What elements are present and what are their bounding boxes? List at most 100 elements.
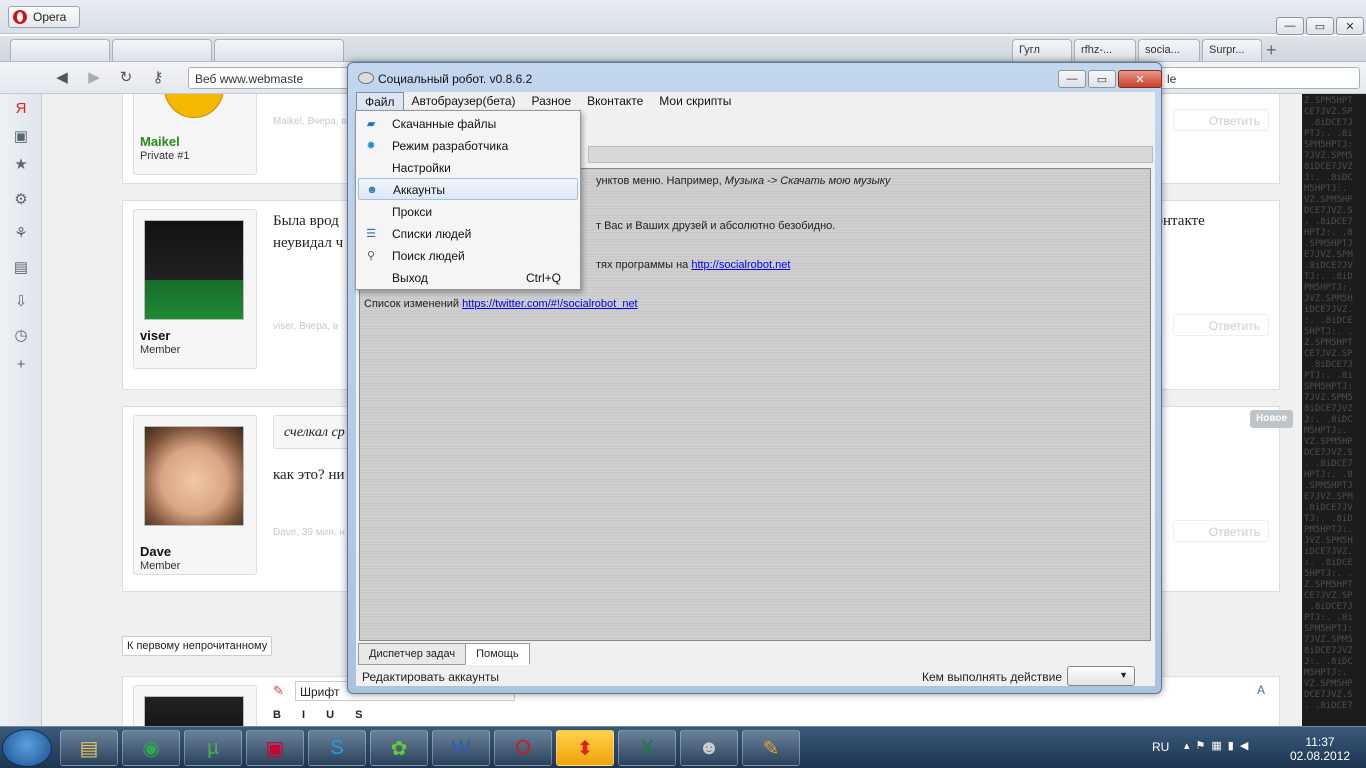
search-input[interactable]: le [1160,67,1360,89]
reload-icon[interactable]: ↻ [116,69,136,87]
menu-item-exit[interactable]: Выход Ctrl+Q [358,267,578,289]
user-icon: ☻ [366,184,378,196]
minimize-icon[interactable]: — [1276,17,1304,35]
gear-icon[interactable]: ⚙ [12,191,30,209]
browser-tab[interactable]: Гугл [1012,39,1072,61]
format-toolbar[interactable]: B I U S [273,709,371,721]
user-rank: Member [140,344,181,356]
skype-icon[interactable]: S [308,730,366,766]
performer-select[interactable]: ▼ [1067,666,1135,686]
file-menu-dropdown: ▰ Скачанные файлы ✹ Режим разработчика Нас… [355,110,581,290]
site-link[interactable]: http://socialrobot.net [691,259,790,271]
maximize-icon[interactable]: ▭ [1306,17,1334,35]
paint-icon[interactable]: ✎ [742,730,800,766]
browser-tab[interactable] [10,39,110,61]
key-icon[interactable]: ⚷ [148,69,168,87]
tab-task-manager[interactable]: Диспетчер задач [358,643,467,665]
start-button[interactable] [2,729,52,767]
add-panel-icon[interactable]: + [12,356,30,374]
download-arrow-icon[interactable]: ⬍ [556,730,614,766]
changes-line: Список изменений https://twitter.com/#!/… [364,298,638,310]
user-card: viser Member [133,209,257,369]
browser-tab[interactable] [112,39,212,61]
menu-autobrowser[interactable]: Автобраузер(бета) [404,92,524,112]
browser-tab[interactable] [214,39,344,61]
browser-tab[interactable]: Surpr... [1202,39,1262,61]
app-bottom-tabs: Диспетчер задач Помощь [358,643,530,665]
first-unread-button[interactable]: К первому непрочитанному [122,636,273,656]
address-input[interactable]: Веб www.webmaste [188,67,360,89]
downloads-icon[interactable]: ⇩ [12,293,30,311]
word-icon[interactable]: W [432,730,490,766]
avatar [144,426,244,526]
taskbar: ▤ ◉ µ ▣ S ✿ W O ⬍ X ☻ ✎ RU ▴⚑▦▮◀ 11:37 0… [0,726,1366,768]
yandex-icon[interactable]: Я [12,100,30,118]
post-text: Была врод [273,213,339,229]
menu-item-accounts[interactable]: ☻ Аккаунты [358,178,578,200]
menu-item-people-search[interactable]: ⚲ Поиск людей [358,245,578,267]
robot-icon [358,72,374,84]
text-style-icon[interactable]: A [1257,683,1265,697]
browser-tabbar: Гугл rfhz-... socia... Surpr... + [0,36,1366,62]
maximize-icon[interactable]: ▭ [1088,70,1116,88]
username[interactable]: Dave [140,544,171,559]
language-indicator[interactable]: RU [1152,740,1169,754]
browser-tab[interactable]: rfhz-... [1074,39,1136,61]
menu-item-dev-mode[interactable]: ✹ Режим разработчика [358,135,578,157]
browser-tab[interactable]: socia... [1138,39,1200,61]
eraser-icon[interactable]: ✎ [273,683,284,699]
menu-file[interactable]: Файл [356,92,404,112]
twitter-link[interactable]: https://twitter.com/#!/socialrobot_net [462,298,637,310]
forward-icon[interactable]: ▶ [84,69,104,87]
reply-button[interactable]: Ответить [1173,520,1269,542]
star-icon[interactable]: ★ [12,156,30,174]
close-icon[interactable]: ✕ [1336,17,1364,35]
username[interactable]: viser [140,328,170,343]
performer-label: Кем выполнять действие [922,670,1062,684]
help-line: тях программы на http://socialrobot.net [596,259,791,271]
menu-my-scripts[interactable]: Мои скрипты [651,92,739,112]
save-floppy-icon[interactable]: ▣ [246,730,304,766]
unite-icon[interactable]: ⚘ [12,225,30,243]
explorer-icon[interactable]: ▤ [60,730,118,766]
close-icon[interactable]: ✕ [1118,70,1162,88]
opera-logo-icon [13,10,27,24]
excel-icon[interactable]: X [618,730,676,766]
reply-button[interactable]: Ответить [1173,314,1269,336]
post-meta: Dave, 39 мин. н [273,527,345,538]
tray-icons[interactable]: ▴⚑▦▮◀ [1184,739,1254,752]
new-badge[interactable]: Новое [1250,410,1294,428]
menu-item-downloads[interactable]: ▰ Скачанные файлы [358,113,578,135]
post-text: неувидал ч [273,235,344,251]
user-card: Maikel Private #1 [133,94,257,175]
quote-text: счелкал ср [284,425,345,440]
avatar [144,220,244,320]
clock[interactable]: 11:37 02.08.2012 [1282,735,1358,763]
post-meta: viser, Вчера, в [273,321,339,332]
help-line: унктов меню. Например, Музыка -> Скачать… [596,175,891,187]
menu-item-settings[interactable]: Настройки [358,157,578,179]
chevron-down-icon: ▼ [1119,670,1128,680]
tab-help[interactable]: Помощь [465,643,530,665]
history-icon[interactable]: ◷ [12,327,30,345]
menu-item-proxy[interactable]: Прокси [358,201,578,223]
browser-sidebar: Я ▣ ★ ⚙ ⚘ ▤ ⇩ ◷ + [0,94,42,726]
reply-button[interactable]: Ответить [1173,109,1269,131]
minimize-icon[interactable]: — [1058,70,1086,88]
back-icon[interactable]: ◀ [52,69,72,87]
menu-item-people-lists[interactable]: ☰ Списки людей [358,223,578,245]
username[interactable]: Maikel [140,134,180,149]
reply-label: Ответить [1208,525,1260,539]
chrome-icon[interactable]: ◉ [122,730,180,766]
robot-icon[interactable]: ☻ [680,730,738,766]
bookmarks-icon[interactable]: ▣ [12,128,30,146]
opera-icon[interactable]: O [494,730,552,766]
new-tab-icon[interactable]: + [1266,40,1277,61]
icq-icon[interactable]: ✿ [370,730,428,766]
browser-window-controls: — ▭ ✕ [1276,17,1364,35]
menu-vkontakte[interactable]: Вконтакте [579,92,651,112]
notes-icon[interactable]: ▤ [12,259,30,277]
opera-menu-button[interactable]: Opera [8,6,80,28]
utorrent-icon[interactable]: µ [184,730,242,766]
menu-misc[interactable]: Разное [524,92,580,112]
